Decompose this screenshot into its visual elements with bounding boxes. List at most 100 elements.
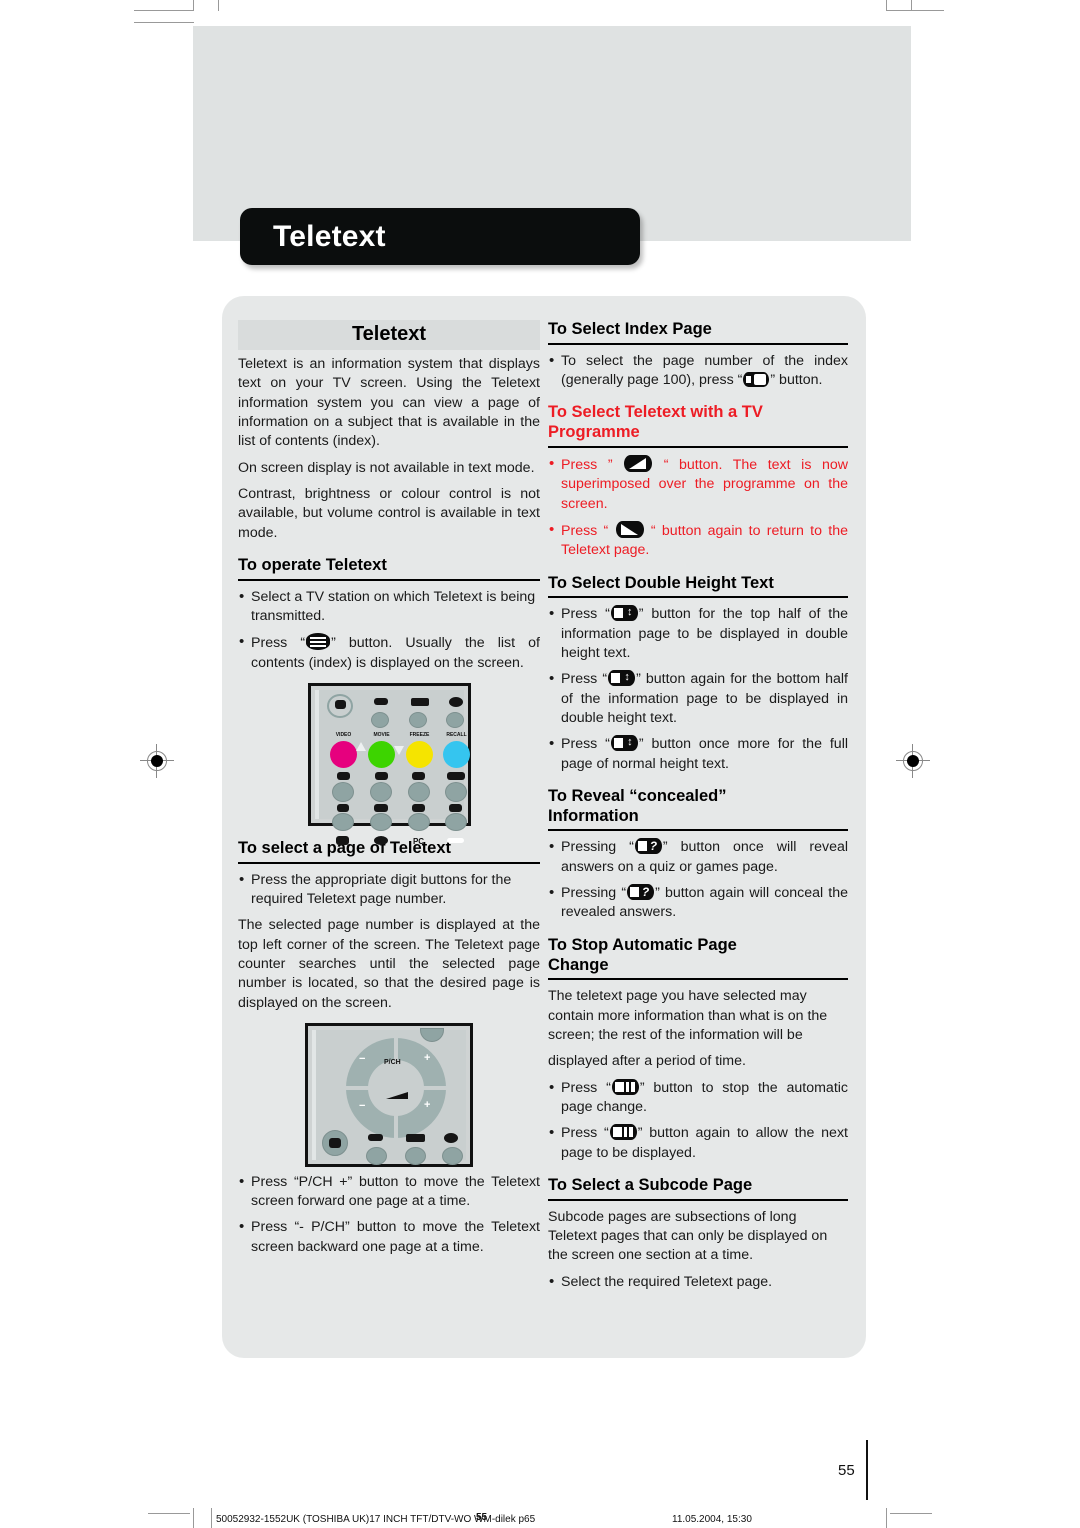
intro-paragraph-3: Contrast, brightness or colour control i… xyxy=(238,485,540,541)
heading-line-1: To Stop Automatic Page xyxy=(548,935,737,954)
crop-mark-bottom-center-v xyxy=(211,1508,212,1528)
colour-key-label-movie: MOVIE xyxy=(373,731,390,738)
hold-key-icon xyxy=(446,771,465,780)
intro-paragraph-1: Teletext is an information system that d… xyxy=(238,356,540,450)
right-column: To Select Index Page To select the page … xyxy=(548,320,848,1299)
hold-button-icon xyxy=(609,1124,637,1141)
index-button-icon xyxy=(743,372,770,388)
remote-key xyxy=(405,1146,426,1165)
heading-line-2: Change xyxy=(548,955,609,974)
remote-key xyxy=(407,781,430,802)
subcode-paragraph: Subcode pages are subsections of long Te… xyxy=(548,1208,828,1264)
heading-double-height-text: To Select Double Height Text xyxy=(548,574,848,599)
hold-button-icon xyxy=(611,1078,639,1095)
tvdtv-label-icon xyxy=(410,697,429,706)
heading-line-2: Programme xyxy=(548,423,640,442)
remote-key xyxy=(420,1027,444,1042)
bullet-text-pre: Press “ xyxy=(561,1125,609,1142)
mix-button-icon xyxy=(624,455,653,473)
bullet-text-pre: Press “ xyxy=(251,635,306,652)
remote-key xyxy=(444,781,467,802)
text-button-icon xyxy=(306,633,331,651)
stop-change-bullet-list: Press “” button to stop the automatic pa… xyxy=(548,1078,848,1163)
footer-page-overlay: 55 xyxy=(476,1512,488,1523)
chapter-title-pill: Teletext xyxy=(240,208,640,265)
list-item: Press the appropriate digit buttons for … xyxy=(238,870,540,910)
remote-control-top-keys: VIDEO MOVIE FREEZE RECALL PC xyxy=(307,682,471,846)
remote-key xyxy=(408,711,427,728)
stop-change-paragraph-1: The teletext page you have selected may … xyxy=(548,988,828,1043)
heading-select-teletext-with-tv: To Select Teletext with a TV Programme xyxy=(548,403,848,449)
pch-ring-label: P/CH xyxy=(384,1058,401,1066)
pch-volume-ring: − + − + P/CH xyxy=(346,1037,446,1138)
section-title: Teletext xyxy=(238,320,540,350)
list-item: Press ” “ button. The text is now superi… xyxy=(548,454,848,514)
intro-paragraph-2: On screen display is not available in te… xyxy=(238,459,535,476)
pause-label-icon-bottom xyxy=(368,1133,383,1141)
double-height-bullet-list: Press “↕” button for the top half of the… xyxy=(548,604,848,774)
colour-key-label-freeze: FREEZE xyxy=(409,731,430,738)
list-item: Press “↕” button again for the bottom ha… xyxy=(548,669,848,728)
reveal-button-icon: ? xyxy=(634,838,662,855)
channel-down-arrow-icon xyxy=(393,745,404,755)
bullet-text-pre: Press “ xyxy=(561,606,610,623)
reveal-bullet-list: Pressing “?” button once will reveal ans… xyxy=(548,837,848,922)
manual-page: Teletext Teletext Teletext is an informa… xyxy=(0,0,1080,1528)
heading-reveal-concealed: To Reveal “concealed” Information xyxy=(548,787,848,832)
ring-center xyxy=(368,1059,424,1116)
list-item: Press “” button to stop the automatic pa… xyxy=(548,1078,848,1118)
size-key-icon xyxy=(336,803,349,812)
with-tv-bullet-list: Press ” “ button. The text is now superi… xyxy=(548,454,848,561)
bullet-text-pre: Pressing “ xyxy=(561,839,634,856)
menu-icon xyxy=(373,835,388,845)
heading-select-subcode-page: To Select a Subcode Page xyxy=(548,1176,848,1201)
volume-wedge-icon xyxy=(386,1091,408,1099)
colour-key-yellow xyxy=(405,740,433,768)
operate-bullet-list: Select a TV station on which Teletext is… xyxy=(238,587,540,673)
bullet-text-pre: Press “ xyxy=(561,522,615,539)
vol-plus-label: + xyxy=(424,1098,431,1111)
crop-mark-top-right-h xyxy=(886,10,944,11)
footer-timestamp: 11.05.2004, 15:30 xyxy=(672,1514,752,1525)
bullet-text-pre: Press “ xyxy=(561,671,608,688)
remote-control-pch-ring: − + − + P/CH xyxy=(305,1022,473,1167)
pch-bullet-list: Press “P/CH +” button to move the Telete… xyxy=(238,1172,540,1257)
crop-mark-top-left-v xyxy=(193,0,194,11)
bullet-text-pre: Press “ xyxy=(561,736,610,753)
bullet-text: Press the appropriate digit buttons for … xyxy=(251,871,512,907)
remote-key xyxy=(407,812,430,831)
list-item: Press “↕” button once more for the full … xyxy=(548,734,848,774)
reveal-button-icon: ? xyxy=(627,884,655,901)
vol-minus-label: − xyxy=(359,1099,366,1112)
crop-mark-bottom-left-h xyxy=(148,1513,190,1514)
mute-glyph-bottom xyxy=(329,1137,341,1148)
bullet-text: Select a TV station on which Teletext is… xyxy=(251,588,536,624)
input-label-icon xyxy=(448,696,463,707)
remote-key xyxy=(370,711,389,728)
pch-minus-label: − xyxy=(359,1052,366,1065)
crop-mark-top-left-h2 xyxy=(134,22,194,23)
select-page-bullet-list: Press the appropriate digit buttons for … xyxy=(238,870,540,910)
remote-face-bottom: − + − + P/CH xyxy=(312,1027,466,1165)
remote-face: VIDEO MOVIE FREEZE RECALL PC xyxy=(314,689,470,846)
crop-mark-top-left-h xyxy=(134,10,194,11)
tvdtv-label-icon-bottom xyxy=(406,1133,425,1142)
reveal-key-icon xyxy=(411,771,425,780)
registration-mark-left xyxy=(140,744,174,778)
mix-button-icon-2 xyxy=(615,520,644,538)
page-number: 55 xyxy=(838,1462,855,1479)
blank-key-icon xyxy=(446,837,464,843)
double-height-icon: ↕ xyxy=(610,605,638,622)
remote-key xyxy=(442,1146,463,1165)
heading-line-2: Information xyxy=(548,806,639,825)
crop-mark-top-center-v xyxy=(218,0,219,11)
list-item: Pressing “?” button once will reveal ans… xyxy=(548,837,848,877)
bullet-text-pre: Press ” xyxy=(561,457,624,474)
channel-up-arrow-icon xyxy=(355,741,366,751)
colour-key-label-video: VIDEO xyxy=(335,731,352,738)
registration-mark-right xyxy=(896,744,930,778)
update-key-icon xyxy=(411,803,425,812)
text-key-icon xyxy=(336,771,350,780)
pch-plus-label: + xyxy=(424,1051,431,1064)
page-number-rule xyxy=(866,1440,868,1500)
